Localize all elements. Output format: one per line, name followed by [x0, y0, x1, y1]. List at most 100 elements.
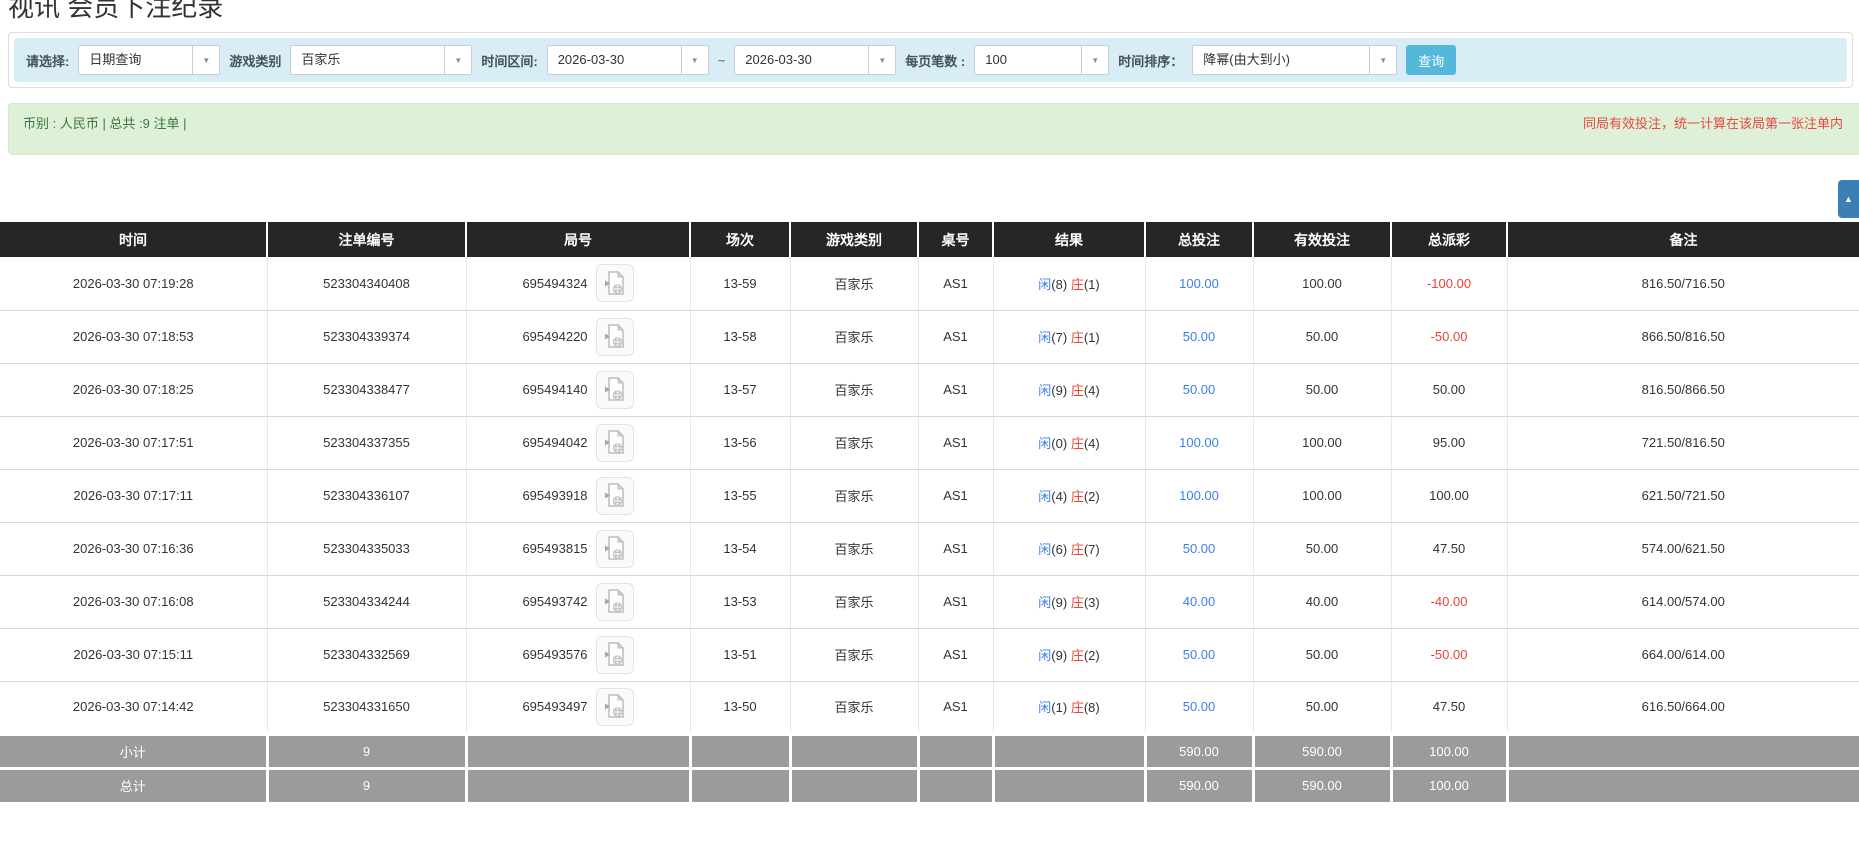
round-video-button[interactable]	[595, 582, 634, 621]
round-id-value: 695493497	[522, 699, 588, 715]
cell-payout: -50.00	[1391, 310, 1508, 364]
total-bet-link[interactable]: 50.00	[1183, 541, 1216, 556]
cell-round-id: 695494324	[466, 257, 691, 311]
time-range-label: 时间区间:	[481, 53, 538, 69]
cell-result: 闲(7) 庄(1)	[993, 310, 1146, 364]
video-file-icon	[605, 694, 625, 718]
search-button[interactable]: 查询	[1406, 45, 1457, 75]
cell-game-type: 百家乐	[790, 628, 919, 682]
total-bet-link[interactable]: 100.00	[1179, 488, 1219, 503]
round-video-button[interactable]	[595, 264, 634, 303]
round-id-wrap: 695494220	[522, 317, 634, 356]
result-banker-label: 庄	[1070, 436, 1084, 451]
cell-session: 13-58	[690, 310, 791, 364]
total-bet-link[interactable]: 40.00	[1183, 594, 1216, 609]
round-id-wrap: 695493576	[522, 635, 634, 674]
result-player-label: 闲	[1038, 383, 1052, 398]
cell-result: 闲(9) 庄(3)	[993, 575, 1146, 629]
sum-game-empty	[790, 766, 920, 802]
result-player-label: 闲	[1038, 276, 1052, 292]
page-size-select[interactable]: 100 ▼	[974, 45, 1110, 75]
round-video-button[interactable]	[595, 370, 634, 409]
result-banker-score: (1)	[1083, 276, 1100, 292]
result-player-score: (0)	[1051, 436, 1068, 451]
result-banker-score: (3)	[1083, 595, 1100, 610]
sum-payout: 100.00	[1391, 732, 1509, 768]
sum-label: 小计	[0, 732, 269, 768]
round-video-button[interactable]	[595, 687, 634, 726]
cell-round-id: 695494220	[466, 310, 691, 364]
column-header-note: 备注	[1507, 222, 1859, 257]
cell-total-bet: 50.00	[1145, 522, 1254, 576]
result-player-label: 闲	[1038, 489, 1052, 504]
total-bet-link[interactable]: 100.00	[1179, 276, 1219, 291]
round-video-button[interactable]	[595, 423, 634, 462]
sum-total-bet: 590.00	[1145, 732, 1255, 768]
cell-result: 闲(1) 庄(8)	[993, 681, 1146, 735]
chevron-down-icon: ▼	[192, 46, 220, 74]
cell-total-bet: 100.00	[1145, 416, 1254, 470]
date-to-select[interactable]: 2026-03-30 ▼	[734, 45, 897, 75]
total-row: 总计 9 590.00 590.00 100.00	[0, 766, 1859, 802]
cell-total-bet: 50.00	[1145, 628, 1254, 682]
cell-time: 2026-03-30 07:17:11	[0, 469, 268, 523]
result-banker-score: (8)	[1083, 700, 1100, 716]
round-video-button[interactable]	[595, 529, 634, 568]
cell-bet-id: 523304336107	[267, 469, 467, 523]
total-bet-link[interactable]: 50.00	[1183, 647, 1216, 662]
total-bet-link[interactable]: 50.00	[1183, 699, 1216, 714]
round-video-button[interactable]	[595, 635, 634, 674]
result-banker-score: (4)	[1083, 436, 1100, 451]
cell-session: 13-59	[690, 257, 791, 311]
subtotal-row: 小计 9 590.00 590.00 100.00	[0, 732, 1859, 768]
cell-payout: 47.50	[1391, 681, 1508, 735]
settlement-note-text: 同局有效投注，统一计算在该局第一张注单内	[1582, 116, 1843, 131]
cell-game-type: 百家乐	[790, 575, 919, 629]
cell-note: 816.50/716.50	[1507, 257, 1859, 311]
cell-session: 13-56	[690, 416, 791, 470]
cell-bet-id: 523304337355	[267, 416, 467, 470]
cell-bet-id: 523304332569	[267, 628, 467, 682]
result-player-score: (4)	[1051, 489, 1068, 504]
video-file-icon	[605, 535, 625, 560]
cell-time: 2026-03-30 07:18:53	[0, 310, 268, 364]
cell-valid-bet: 100.00	[1253, 416, 1392, 470]
sum-total-bet: 590.00	[1145, 766, 1255, 802]
round-id-value: 695494140	[522, 382, 588, 397]
cell-total-bet: 100.00	[1145, 257, 1254, 311]
cell-payout: 100.00	[1391, 469, 1508, 523]
cell-note: 614.00/574.00	[1507, 575, 1859, 629]
sum-table-empty	[918, 732, 995, 768]
cell-valid-bet: 50.00	[1253, 310, 1392, 364]
column-header-round-id: 局号	[466, 222, 691, 257]
time-sort-value: 降幂(由大到小)	[1203, 52, 1290, 67]
cell-result: 闲(8) 庄(1)	[993, 257, 1146, 311]
query-type-select[interactable]: 日期查询 ▼	[78, 45, 221, 75]
time-sort-select[interactable]: 降幂(由大到小) ▼	[1192, 45, 1398, 75]
total-bet-link[interactable]: 50.00	[1183, 382, 1216, 397]
total-bet-link[interactable]: 100.00	[1179, 435, 1219, 450]
result-banker-label: 庄	[1070, 489, 1084, 504]
game-type-label: 游戏类别	[229, 53, 282, 69]
video-file-icon	[605, 588, 625, 613]
round-id-wrap: 695493815	[522, 529, 634, 568]
total-bet-link[interactable]: 50.00	[1183, 329, 1216, 344]
cell-bet-id: 523304338477	[267, 363, 467, 417]
round-id-value: 695494220	[522, 329, 588, 344]
result-player-label: 闲	[1038, 436, 1052, 451]
table-row: 2026-03-30 07:14:42 523304331650 695493497…	[0, 681, 1859, 735]
round-video-button[interactable]	[595, 317, 634, 356]
range-separator: ~	[717, 52, 726, 68]
cell-game-type: 百家乐	[790, 310, 919, 364]
cell-time: 2026-03-30 07:19:28	[0, 257, 268, 311]
date-from-select[interactable]: 2026-03-30 ▼	[546, 45, 709, 75]
cell-total-bet: 50.00	[1145, 363, 1254, 417]
collapse-top-button[interactable]: ▲	[1838, 180, 1859, 218]
result-player-label: 闲	[1038, 330, 1052, 345]
cell-note: 616.50/664.00	[1507, 681, 1859, 735]
cell-session: 13-50	[690, 681, 791, 735]
round-video-button[interactable]	[595, 476, 634, 515]
game-type-select[interactable]: 百家乐 ▼	[290, 45, 473, 75]
result-banker-score: (1)	[1083, 330, 1100, 345]
date-to-value: 2026-03-30	[745, 52, 812, 67]
